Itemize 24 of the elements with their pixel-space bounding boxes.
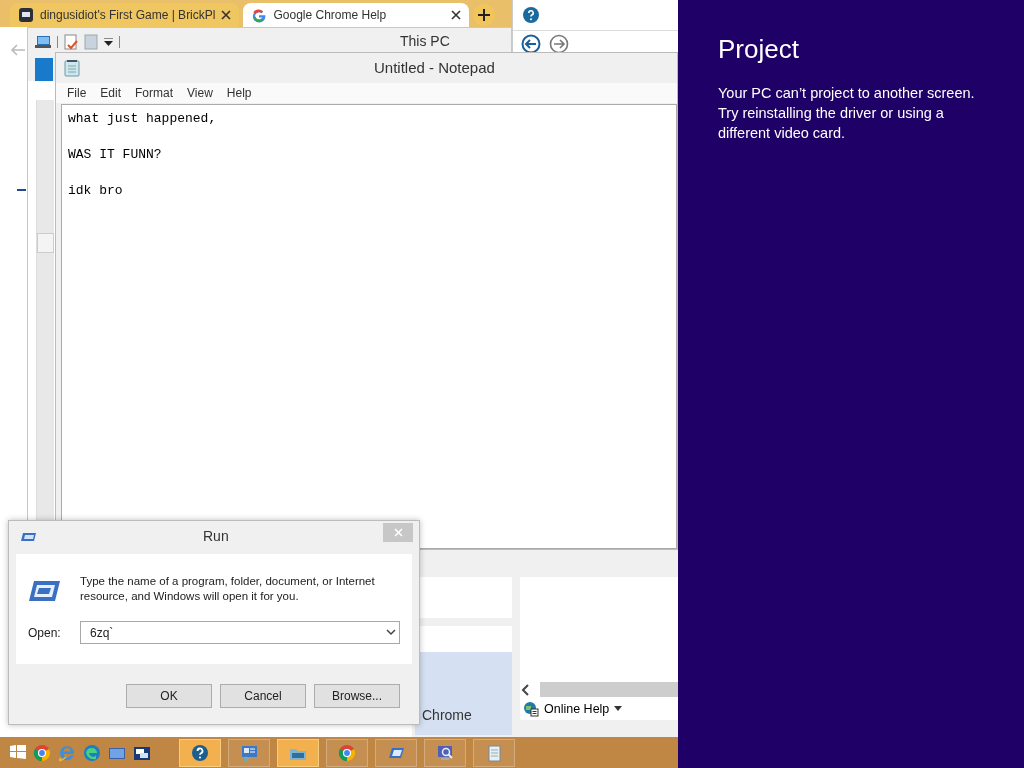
browse-button[interactable]: Browse... xyxy=(314,684,400,708)
description-text: Type the name of a program, folder, document, or Internet resource, and Windows will open it for you. xyxy=(80,574,376,604)
text-line: what just happened, xyxy=(68,111,217,126)
menu-item[interactable]: File xyxy=(60,83,94,103)
cancel-button[interactable]: Cancel xyxy=(220,684,306,708)
open-field[interactable]: 6zq` xyxy=(80,621,400,644)
menu-item[interactable]: Format xyxy=(128,83,181,103)
ok-button[interactable]: OK xyxy=(126,684,212,708)
menu-item[interactable]: View xyxy=(180,83,220,103)
menu-item[interactable]: Edit xyxy=(93,83,129,103)
message-text: Your PC can’t project to another screen. Try reinstalling the driver or using a different video card. xyxy=(718,84,976,143)
menu-item[interactable]: Help xyxy=(219,83,259,103)
dialog-title: Run xyxy=(203,528,229,544)
sidebar-text: Chrome xyxy=(415,652,512,735)
tab-title: dingusidiot's First Game | BrickPl xyxy=(40,8,216,22)
text-line: WAS IT FUNN? xyxy=(68,147,162,162)
window-title: This PC xyxy=(400,33,450,49)
browser-tab[interactable]: dingusidiot's First Game | BrickPl xyxy=(10,3,240,27)
field-label: Open: xyxy=(28,626,61,640)
window-title: Untitled - Notepad xyxy=(374,59,495,76)
tab-title: Google Chrome Help xyxy=(273,8,388,22)
panel-title: Project xyxy=(718,34,800,65)
browser-tab[interactable]: Google Chrome Help xyxy=(243,3,470,27)
text-line: idk bro xyxy=(68,183,123,198)
